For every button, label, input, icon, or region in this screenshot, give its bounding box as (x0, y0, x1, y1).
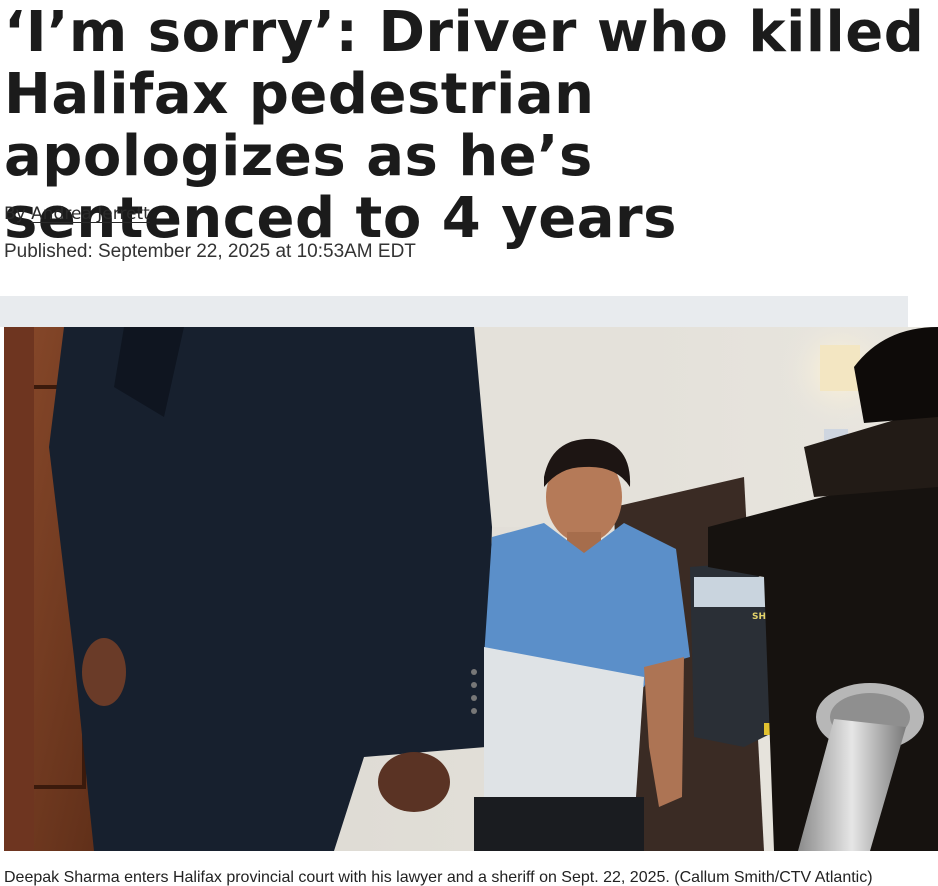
article-photo: SH (4, 327, 938, 851)
sheriff-badge-text: SH (752, 612, 766, 622)
published-date: Published: September 22, 2025 at 10:53AM… (4, 241, 416, 262)
media-top-band (0, 296, 908, 327)
byline-prefix: By (4, 204, 26, 224)
photo-caption: Deepak Sharma enters Halifax provincial … (4, 869, 873, 886)
byline: By Andrea Jerrett (4, 204, 150, 224)
author-link[interactable]: Andrea Jerrett (31, 204, 150, 224)
